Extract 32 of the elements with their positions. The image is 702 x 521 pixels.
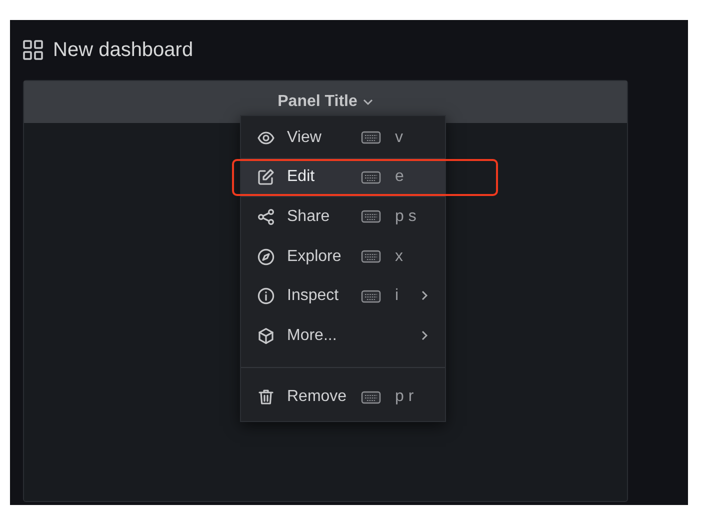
keyboard-icon (361, 210, 381, 224)
keyboard-icon (361, 131, 381, 144)
share-icon (257, 208, 275, 226)
chevron-right-icon (421, 290, 428, 302)
keyboard-icon (361, 390, 381, 404)
chevron-right-icon (421, 330, 428, 342)
shortcut-key: i (395, 284, 421, 308)
shortcut-key: p s (395, 204, 421, 229)
menu-item[interactable]: Share p s (241, 197, 445, 237)
edit-icon (257, 168, 275, 186)
cube-icon (257, 326, 275, 345)
caret-icon (363, 98, 374, 106)
compass-icon (257, 248, 275, 266)
eye-icon (257, 128, 275, 147)
keyboard-icon (361, 170, 381, 184)
dashboard-title: New dashboard (53, 38, 194, 63)
keyboard-icon (361, 250, 381, 264)
shortcut-key: e (395, 165, 421, 190)
grid-icon (23, 40, 43, 60)
shortcut-key: p r (395, 385, 421, 410)
panel-title[interactable]: Panel Title (278, 90, 358, 114)
info-icon (257, 287, 275, 306)
menu-item[interactable]: Edit e (241, 158, 445, 198)
shortcut-key: v (395, 126, 421, 150)
shortcut-key: x (395, 244, 421, 269)
menu-item[interactable]: More... (241, 316, 445, 356)
menu-item[interactable]: Inspect i (241, 276, 445, 316)
menu-item[interactable]: Explore x (241, 236, 445, 276)
menu-item[interactable]: Remove p r (241, 378, 445, 418)
menu-item[interactable]: View v (241, 118, 445, 158)
trash-icon (257, 388, 275, 406)
keyboard-icon (361, 290, 381, 303)
